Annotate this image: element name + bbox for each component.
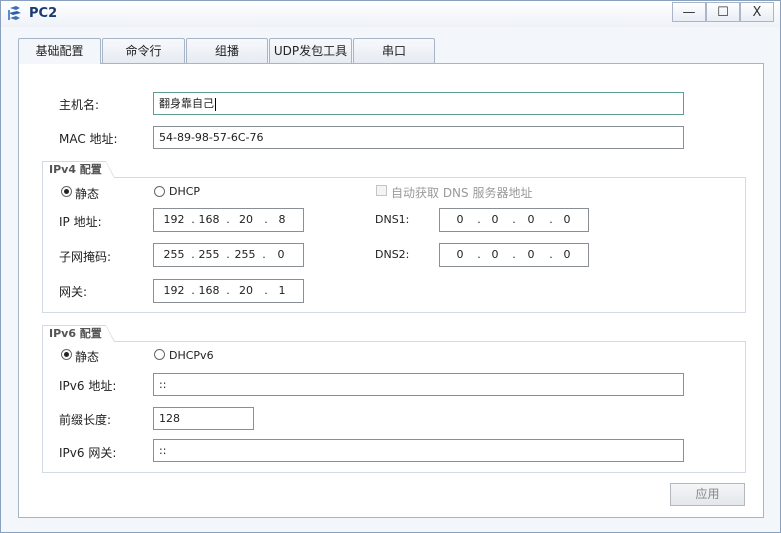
dns1-octet-2: 0 <box>491 213 499 226</box>
dns2-octet-4: 0 <box>563 248 571 261</box>
ipv6-address-label: IPv6 地址: <box>59 379 117 393</box>
tab-multicast[interactable]: 组播 <box>186 38 268 63</box>
ipv4-static-radio[interactable] <box>61 186 72 197</box>
tab-basic-config[interactable]: 基础配置 <box>18 38 101 64</box>
mac-field[interactable]: 54-89-98-57-6C-76 <box>153 126 684 149</box>
minimize-button[interactable]: — <box>672 2 706 22</box>
dns1-label: DNS1: <box>375 213 410 226</box>
hostname-input[interactable]: 翻身靠自己 <box>153 92 684 115</box>
ipv6-static-radio[interactable] <box>61 349 72 360</box>
dns2-octet-1: 0 <box>456 248 464 261</box>
dns2-field[interactable]: 0 . 0 . 0 . 0 <box>439 243 589 267</box>
pc2-window: PC2 — ☐ X 基础配置 命令行 组播 UDP发包工具 串口 主机名: 翻身… <box>0 0 781 533</box>
gateway-octet-3: 20 <box>239 284 253 297</box>
ipv4-dhcp-radio[interactable] <box>154 186 165 197</box>
mac-label: MAC 地址: <box>59 132 118 146</box>
subnet-mask-field[interactable]: 255 . 255 . 255 . 0 <box>153 243 304 267</box>
gateway-octet-1: 192 <box>163 284 185 297</box>
gateway-label: 网关: <box>59 285 88 299</box>
ip-octet-3: 20 <box>239 213 253 226</box>
maximize-button[interactable]: ☐ <box>706 2 740 22</box>
ipv4-static-label: 静态 <box>75 187 100 201</box>
ipv6-dhcp-label: DHCPv6 <box>169 349 214 362</box>
dns2-octet-2: 0 <box>491 248 499 261</box>
subnet-mask-label: 子网掩码: <box>59 250 112 264</box>
close-icon: X <box>752 5 762 20</box>
maximize-icon: ☐ <box>717 5 729 20</box>
dns2-label: DNS2: <box>375 248 410 261</box>
window-title: PC2 <box>29 6 58 21</box>
minimize-icon: — <box>682 5 696 20</box>
mask-octet-2: 255 <box>198 248 220 261</box>
mask-octet-1: 255 <box>163 248 185 261</box>
hostname-label: 主机名: <box>59 98 100 112</box>
auto-dns-label: 自动获取 DNS 服务器地址 <box>391 186 533 200</box>
ipv6-group-title: IPv6 配置 <box>42 325 115 342</box>
ipv6-gateway-field[interactable]: :: <box>153 439 684 462</box>
close-button[interactable]: X <box>740 2 774 22</box>
dns1-octet-3: 0 <box>527 213 535 226</box>
ipv6-address-field[interactable]: :: <box>153 373 684 396</box>
dns1-octet-1: 0 <box>456 213 464 226</box>
gateway-octet-2: 168 <box>198 284 220 297</box>
ipv4-dhcp-label: DHCP <box>169 185 201 198</box>
text-caret <box>215 97 216 111</box>
prefix-length-field[interactable]: 128 <box>153 407 254 430</box>
ipv6-static-label: 静态 <box>75 350 100 364</box>
pc-app-icon <box>8 6 21 20</box>
tab-command-line[interactable]: 命令行 <box>102 38 185 63</box>
apply-button[interactable]: 应用 <box>670 483 745 506</box>
tab-udp-tool[interactable]: UDP发包工具 <box>269 38 352 63</box>
ip-octet-4: 8 <box>278 213 286 226</box>
ip-octet-1: 192 <box>163 213 185 226</box>
ipv6-group-title-text: IPv6 配置 <box>49 327 102 340</box>
ip-octet-2: 168 <box>198 213 220 226</box>
title-bar: PC2 — ☐ X <box>1 1 780 27</box>
dns1-field[interactable]: 0 . 0 . 0 . 0 <box>439 208 589 232</box>
gateway-field[interactable]: 192 . 168 . 20 . 1 <box>153 279 304 303</box>
ipv4-group-title-text: IPv4 配置 <box>49 163 102 176</box>
prefix-length-label: 前缀长度: <box>59 413 112 427</box>
ipv6-gateway-label: IPv6 网关: <box>59 446 117 460</box>
ipv4-group-title: IPv4 配置 <box>42 161 115 178</box>
ipv6-dhcp-radio[interactable] <box>154 349 165 360</box>
auto-dns-checkbox[interactable] <box>376 185 387 196</box>
tab-serial[interactable]: 串口 <box>353 38 435 63</box>
dns2-octet-3: 0 <box>527 248 535 261</box>
mask-octet-3: 255 <box>234 248 256 261</box>
hostname-value: 翻身靠自己 <box>159 97 214 110</box>
ip-address-label: IP 地址: <box>59 215 102 229</box>
ip-address-field[interactable]: 192 . 168 . 20 . 8 <box>153 208 304 232</box>
dns1-octet-4: 0 <box>563 213 571 226</box>
mask-octet-4: 0 <box>277 248 285 261</box>
gateway-octet-4: 1 <box>278 284 286 297</box>
